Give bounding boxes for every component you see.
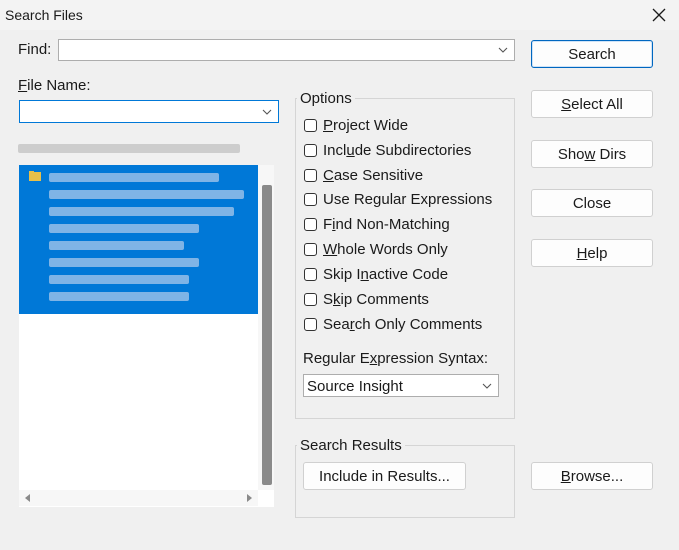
checkbox-whole-words-only[interactable]: Whole Words Only bbox=[304, 241, 448, 258]
checkbox-box[interactable] bbox=[304, 169, 317, 182]
checkbox-find-non-matching[interactable]: Find Non-Matching bbox=[304, 216, 450, 233]
checkbox-box[interactable] bbox=[304, 193, 317, 206]
options-group-title: Options bbox=[297, 90, 355, 107]
checkbox-box[interactable] bbox=[304, 293, 317, 306]
search-button[interactable]: Search bbox=[531, 40, 653, 68]
checkbox-box[interactable] bbox=[304, 144, 317, 157]
show-dirs-label: Show Dirs bbox=[557, 145, 627, 163]
close-button[interactable]: Close bbox=[531, 189, 653, 217]
scroll-left-icon[interactable] bbox=[25, 494, 31, 502]
file-list-horizontal-scrollbar[interactable] bbox=[19, 490, 258, 506]
checkbox-case-sensitive[interactable]: Case Sensitive bbox=[304, 167, 423, 184]
checkbox-search-only-comments[interactable]: Search Only Comments bbox=[304, 316, 482, 333]
checkbox-label: Find Non-Matching bbox=[323, 216, 450, 233]
checkbox-include-subdirectories[interactable]: Include Subdirectories bbox=[304, 142, 471, 159]
window-title: Search Files bbox=[5, 7, 83, 23]
file-name-label-text: ile Name: bbox=[27, 77, 91, 94]
folder-icon bbox=[29, 171, 41, 181]
checkbox-box[interactable] bbox=[304, 119, 317, 132]
checkbox-box[interactable] bbox=[304, 243, 317, 256]
chevron-down-icon[interactable] bbox=[482, 383, 492, 389]
browse-label: Browse... bbox=[560, 467, 624, 485]
title-bar bbox=[0, 0, 679, 30]
checkbox-box[interactable] bbox=[304, 268, 317, 281]
close-icon bbox=[652, 8, 666, 22]
select-all-label: Select All bbox=[561, 95, 623, 113]
checkbox-label: Case Sensitive bbox=[323, 167, 424, 184]
file-list-scroll-thumb[interactable] bbox=[262, 185, 272, 485]
search-results-group-title: Search Results bbox=[297, 437, 405, 454]
find-label: Find: bbox=[18, 41, 52, 58]
chevron-down-icon[interactable] bbox=[262, 109, 272, 115]
include-in-results-button[interactable]: Include in Results... bbox=[303, 462, 466, 490]
checkbox-label: Use Regular Expressions bbox=[323, 191, 493, 208]
help-button[interactable]: Help bbox=[531, 239, 653, 267]
regex-syntax-value: Source Insight bbox=[307, 378, 403, 395]
checkbox-use-regular-expressions[interactable]: Use Regular Expressions bbox=[304, 191, 492, 208]
selected-file-items[interactable] bbox=[19, 165, 258, 314]
current-directory-path bbox=[18, 142, 240, 154]
checkbox-label: Whole Words Only bbox=[323, 241, 448, 258]
checkbox-label: Project Wide bbox=[323, 117, 409, 134]
select-all-button[interactable]: Select All bbox=[531, 90, 653, 118]
file-name-combobox[interactable] bbox=[19, 100, 279, 123]
regex-syntax-select[interactable]: Source Insight bbox=[303, 374, 499, 397]
help-label: Help bbox=[576, 244, 608, 262]
checkbox-skip-comments[interactable]: Skip Comments bbox=[304, 291, 429, 308]
checkbox-label: Search Only Comments bbox=[323, 316, 483, 333]
regex-syntax-label: Regular Expression Syntax: bbox=[303, 350, 489, 367]
checkbox-box[interactable] bbox=[304, 318, 317, 331]
show-dirs-button[interactable]: Show Dirs bbox=[531, 140, 653, 168]
find-combobox[interactable] bbox=[58, 39, 515, 61]
checkbox-skip-inactive-code[interactable]: Skip Inactive Code bbox=[304, 266, 448, 283]
checkbox-project-wide[interactable]: Project Wide bbox=[304, 117, 408, 134]
chevron-down-icon[interactable] bbox=[498, 47, 508, 53]
close-window-button[interactable] bbox=[645, 2, 673, 28]
scroll-right-icon[interactable] bbox=[246, 494, 252, 502]
file-name-label: File Name: bbox=[18, 77, 91, 94]
checkbox-box[interactable] bbox=[304, 218, 317, 231]
browse-button[interactable]: Browse... bbox=[531, 462, 653, 490]
checkbox-label: Skip Comments bbox=[323, 291, 429, 308]
checkbox-label: Skip Inactive Code bbox=[323, 266, 449, 283]
checkbox-label: Include Subdirectories bbox=[323, 142, 472, 159]
